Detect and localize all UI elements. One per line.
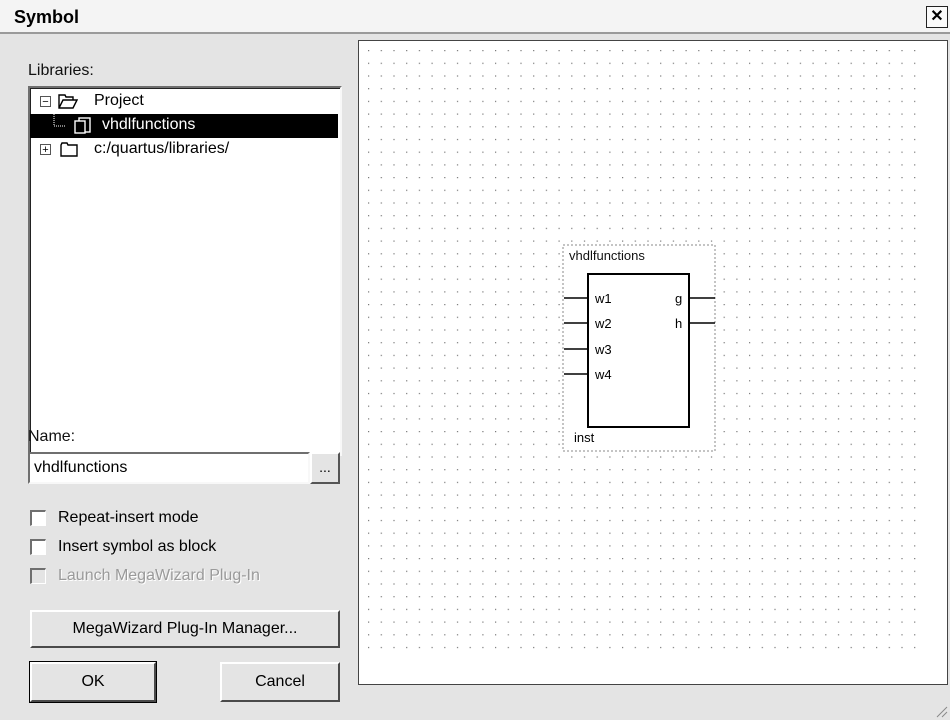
libraries-label: Libraries: (28, 62, 94, 79)
pin-w3-label: w3 (594, 342, 612, 357)
pin-g-label: g (675, 291, 682, 306)
name-label: Name: (28, 428, 76, 445)
collapse-icon[interactable]: − (40, 96, 51, 108)
close-icon: ✕ (930, 8, 944, 25)
tree-item-label: c:/quartus/libraries/ (94, 140, 230, 157)
symbol-dialog: Symbol ✕ Libraries: − Project vhdlfuncti… (0, 0, 950, 720)
expand-icon[interactable]: + (40, 144, 51, 156)
open-folder-icon (58, 94, 78, 109)
tree-item-vhdlfunctions[interactable]: vhdlfunctions (30, 114, 338, 138)
tree-item-label: Project (94, 92, 144, 109)
cancel-button[interactable]: Cancel (220, 662, 340, 702)
symbol-title: vhdlfunctions (569, 248, 645, 263)
pin-w4-label: w4 (594, 367, 612, 382)
tree-connector-line (53, 114, 66, 127)
insert-as-block-checkbox[interactable] (30, 539, 46, 555)
pin-w1-label: w1 (594, 291, 612, 306)
browse-button[interactable]: ... (310, 452, 340, 484)
resize-grip-icon[interactable] (934, 704, 948, 718)
tree-item-project[interactable]: − Project (30, 90, 338, 114)
dialog-title: Symbol (14, 7, 80, 27)
name-input[interactable]: vhdlfunctions (28, 452, 310, 484)
close-button[interactable]: ✕ (926, 6, 948, 28)
pin-w2-label: w2 (594, 316, 612, 331)
tree-item-label: vhdlfunctions (102, 116, 196, 133)
launch-megawizard-label: Launch MegaWizard Plug-In (58, 567, 260, 584)
tree-item-quartus-libraries[interactable]: + c:/quartus/libraries/ (30, 138, 338, 162)
instance-label: inst (574, 430, 595, 445)
pin-h-label: h (675, 316, 682, 331)
repeat-insert-checkbox[interactable] (30, 510, 46, 526)
symbol-block: vhdlfunctions w1 w2 w3 w4 g h inst (562, 244, 716, 452)
symbol-preview: vhdlfunctions w1 w2 w3 w4 g h inst (358, 40, 948, 685)
insert-as-block-label: Insert symbol as block (58, 538, 217, 555)
title-bar: Symbol ✕ (0, 0, 950, 34)
launch-megawizard-checkbox (30, 568, 46, 584)
megawizard-manager-button[interactable]: MegaWizard Plug-In Manager... (30, 610, 340, 648)
repeat-insert-label: Repeat-insert mode (58, 509, 199, 526)
folder-icon (60, 142, 78, 157)
preview-canvas: vhdlfunctions w1 w2 w3 w4 g h inst (367, 49, 925, 657)
libraries-tree[interactable]: − Project vhdlfunctions + c:/quartus/lib… (28, 86, 342, 456)
ok-button[interactable]: OK (29, 661, 157, 703)
symbol-file-icon (74, 117, 91, 134)
